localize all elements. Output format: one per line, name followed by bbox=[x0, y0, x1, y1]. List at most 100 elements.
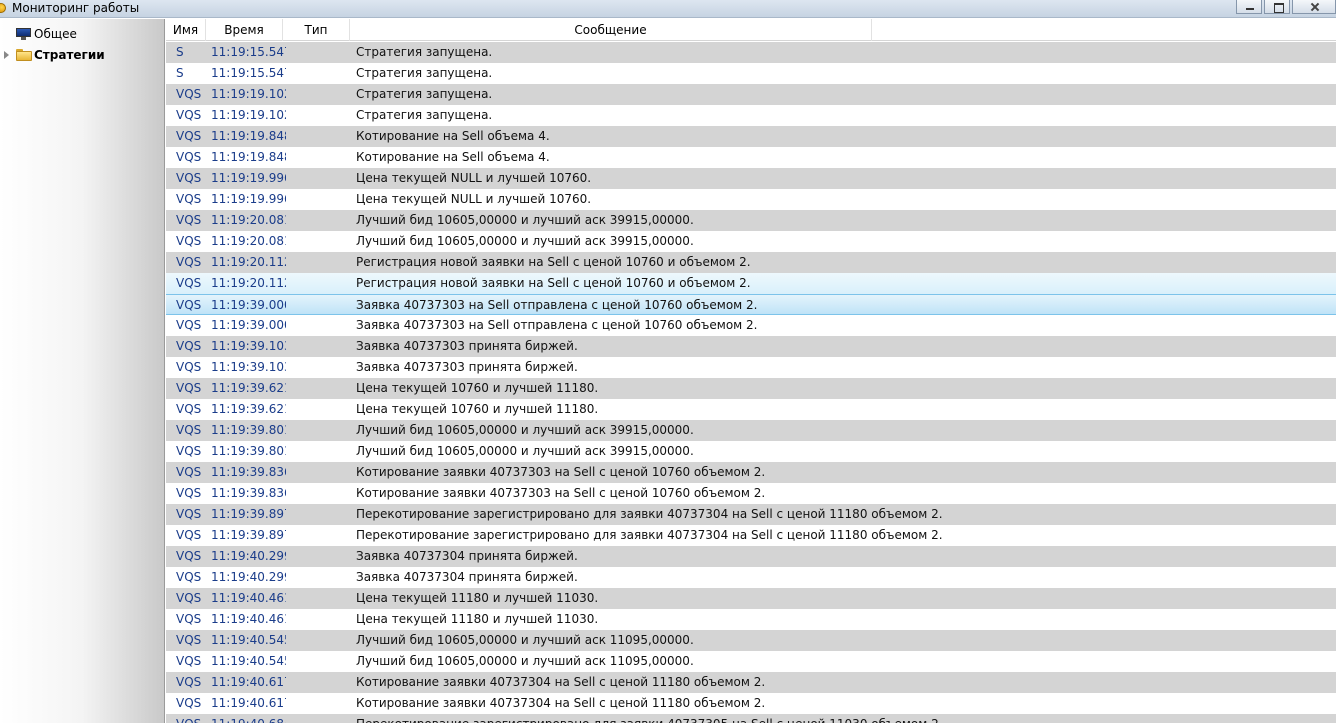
table-row[interactable]: VQS 11:19:40.545 Лучший бид 10605,00000 и … bbox=[166, 630, 1336, 651]
grid-header: Имя Время Тип Сообщение bbox=[166, 19, 1336, 41]
table-row[interactable]: VQS 11:19:20.112 Регистрация новой заявки … bbox=[166, 252, 1336, 273]
row-type-cell bbox=[286, 357, 350, 378]
table-row[interactable]: VQS 11:19:39.103 Заявка 40737303 принята б… bbox=[166, 336, 1336, 357]
table-row[interactable]: VQS 11:19:19.102 Стратегия запущена. bbox=[166, 105, 1336, 126]
row-type-cell bbox=[286, 231, 350, 252]
column-header-type[interactable]: Тип bbox=[283, 19, 350, 41]
table-row[interactable]: VQS 11:19:19.996 Цена текущей NULL и лучше… bbox=[166, 168, 1336, 189]
table-row[interactable]: VQS 11:19:19.996 Цена текущей NULL и лучше… bbox=[166, 189, 1336, 210]
table-row[interactable]: VQS 11:19:20.112 Регистрация новой заявки … bbox=[166, 273, 1336, 294]
row-message-cell: Регистрация новой заявки на Sell с ценой… bbox=[356, 276, 751, 290]
table-row[interactable]: VQS 11:19:39.897 Перекотирование зарегистр… bbox=[166, 504, 1336, 525]
row-message-cell: Заявка 40737303 на Sell отправлена с цен… bbox=[356, 318, 758, 332]
table-row[interactable]: VQS 11:19:19.102 Стратегия запущена. bbox=[166, 84, 1336, 105]
row-type-cell bbox=[286, 147, 350, 168]
row-type-cell bbox=[286, 483, 350, 504]
row-time-cell: 11:19:20.112 bbox=[211, 276, 286, 290]
row-type-cell bbox=[286, 588, 350, 609]
table-row[interactable]: VQS 11:19:40.545 Лучший бид 10605,00000 и … bbox=[166, 651, 1336, 672]
table-row[interactable]: VQS 11:19:39.621 Цена текущей 10760 и лучш… bbox=[166, 378, 1336, 399]
table-row[interactable]: VQS 11:19:19.848 Котирование на Sell объем… bbox=[166, 126, 1336, 147]
row-time-cell: 11:19:39.836 bbox=[211, 465, 286, 479]
row-message-cell: Котирование заявки 40737303 на Sell с це… bbox=[356, 486, 766, 500]
grid-rows: S 11:19:15.547 Стратегия запущена. S 11:19:1… bbox=[166, 42, 1336, 723]
row-name-cell: VQS bbox=[176, 549, 202, 563]
expand-arrow-icon[interactable] bbox=[4, 51, 9, 59]
row-message-cell: Стратегия запущена. bbox=[356, 45, 493, 59]
tree-item-general[interactable]: Общее bbox=[16, 25, 77, 43]
row-type-cell bbox=[286, 525, 350, 546]
table-row[interactable]: VQS 11:19:39.000 Заявка 40737303 на Sell о… bbox=[166, 315, 1336, 336]
row-type-cell bbox=[286, 504, 350, 525]
row-message-cell: Стратегия запущена. bbox=[356, 108, 493, 122]
table-row[interactable]: S 11:19:15.547 Стратегия запущена. bbox=[166, 42, 1336, 63]
table-row[interactable]: VQS 11:19:20.081 Лучший бид 10605,00000 и … bbox=[166, 231, 1336, 252]
row-type-cell bbox=[286, 252, 350, 273]
row-name-cell: VQS bbox=[176, 276, 202, 290]
table-row[interactable]: VQS 11:19:40.684 Перекотирование зарегистр… bbox=[166, 714, 1336, 723]
row-name-cell: VQS bbox=[176, 108, 202, 122]
row-name-cell: VQS bbox=[176, 87, 202, 101]
row-type-cell bbox=[286, 630, 350, 651]
row-time-cell: 11:19:20.081 bbox=[211, 213, 286, 227]
table-row[interactable]: VQS 11:19:39.897 Перекотирование зарегистр… bbox=[166, 525, 1336, 546]
table-row[interactable]: VQS 11:19:39.801 Лучший бид 10605,00000 и … bbox=[166, 420, 1336, 441]
row-name-cell: VQS bbox=[176, 528, 202, 542]
table-row[interactable]: VQS 11:19:40.617 Котирование заявки 407373… bbox=[166, 672, 1336, 693]
navigation-tree: Общее Стратегии bbox=[0, 19, 165, 723]
row-time-cell: 11:19:40.461 bbox=[211, 591, 286, 605]
row-time-cell: 11:19:19.996 bbox=[211, 171, 286, 185]
table-row[interactable]: VQS 11:19:40.461 Цена текущей 11180 и лучш… bbox=[166, 609, 1336, 630]
table-row[interactable]: VQS 11:19:39.103 Заявка 40737303 принята б… bbox=[166, 357, 1336, 378]
row-message-cell: Лучший бид 10605,00000 и лучший аск 3991… bbox=[356, 423, 694, 437]
folder-icon bbox=[16, 49, 32, 61]
row-type-cell bbox=[286, 420, 350, 441]
row-message-cell: Заявка 40737303 принята биржей. bbox=[356, 360, 578, 374]
row-time-cell: 11:19:40.617 bbox=[211, 696, 286, 710]
row-time-cell: 11:19:15.547 bbox=[211, 66, 286, 80]
row-type-cell bbox=[286, 651, 350, 672]
table-row[interactable]: S 11:19:15.547 Стратегия запущена. bbox=[166, 63, 1336, 84]
row-type-cell bbox=[286, 567, 350, 588]
window-controls bbox=[1234, 0, 1336, 16]
minimize-button[interactable] bbox=[1236, 0, 1262, 14]
table-row[interactable]: VQS 11:19:40.299 Заявка 40737304 принята б… bbox=[166, 567, 1336, 588]
row-message-cell: Лучший бид 10605,00000 и лучший аск 3991… bbox=[356, 234, 694, 248]
row-type-cell bbox=[286, 126, 350, 147]
column-header-name[interactable]: Имя bbox=[166, 19, 206, 41]
row-type-cell bbox=[286, 693, 350, 714]
table-row[interactable]: VQS 11:19:19.848 Котирование на Sell объем… bbox=[166, 147, 1336, 168]
table-row[interactable]: VQS 11:19:40.617 Котирование заявки 407373… bbox=[166, 693, 1336, 714]
row-name-cell: S bbox=[176, 45, 184, 59]
row-time-cell: 11:19:19.848 bbox=[211, 150, 286, 164]
row-type-cell bbox=[286, 336, 350, 357]
row-message-cell: Цена текущей NULL и лучшей 10760. bbox=[356, 192, 592, 206]
table-row[interactable]: VQS 11:19:39.801 Лучший бид 10605,00000 и … bbox=[166, 441, 1336, 462]
table-row[interactable]: VQS 11:19:40.299 Заявка 40737304 принята б… bbox=[166, 546, 1336, 567]
row-type-cell bbox=[286, 84, 350, 105]
row-name-cell: VQS bbox=[176, 633, 202, 647]
row-name-cell: S bbox=[176, 66, 184, 80]
row-name-cell: VQS bbox=[176, 402, 202, 416]
column-header-message[interactable]: Сообщение bbox=[350, 19, 872, 41]
table-row[interactable]: VQS 11:19:40.461 Цена текущей 11180 и лучш… bbox=[166, 588, 1336, 609]
tree-item-strategies[interactable]: Стратегии bbox=[4, 46, 105, 64]
row-time-cell: 11:19:39.621 bbox=[211, 402, 286, 416]
row-time-cell: 11:19:39.103 bbox=[211, 339, 286, 353]
table-row[interactable]: VQS 11:19:39.836 Котирование заявки 407373… bbox=[166, 462, 1336, 483]
table-row[interactable]: VQS 11:19:20.081 Лучший бид 10605,00000 и … bbox=[166, 210, 1336, 231]
row-time-cell: 11:19:39.000 bbox=[211, 318, 286, 332]
row-name-cell: VQS bbox=[176, 192, 202, 206]
table-row[interactable]: VQS 11:19:39.836 Котирование заявки 407373… bbox=[166, 483, 1336, 504]
maximize-button[interactable] bbox=[1264, 0, 1290, 14]
row-type-cell bbox=[286, 315, 350, 336]
row-name-cell: VQS bbox=[176, 423, 202, 437]
row-type-cell bbox=[286, 609, 350, 630]
table-row[interactable]: VQS 11:19:39.000 Заявка 40737303 на Sell о… bbox=[166, 294, 1336, 315]
column-header-time[interactable]: Время bbox=[206, 19, 283, 41]
row-name-cell: VQS bbox=[176, 360, 202, 374]
table-row[interactable]: VQS 11:19:39.621 Цена текущей 10760 и лучш… bbox=[166, 399, 1336, 420]
row-message-cell: Регистрация новой заявки на Sell с ценой… bbox=[356, 255, 751, 269]
tree-item-label: Стратегии bbox=[34, 48, 105, 62]
close-button[interactable] bbox=[1292, 0, 1336, 14]
